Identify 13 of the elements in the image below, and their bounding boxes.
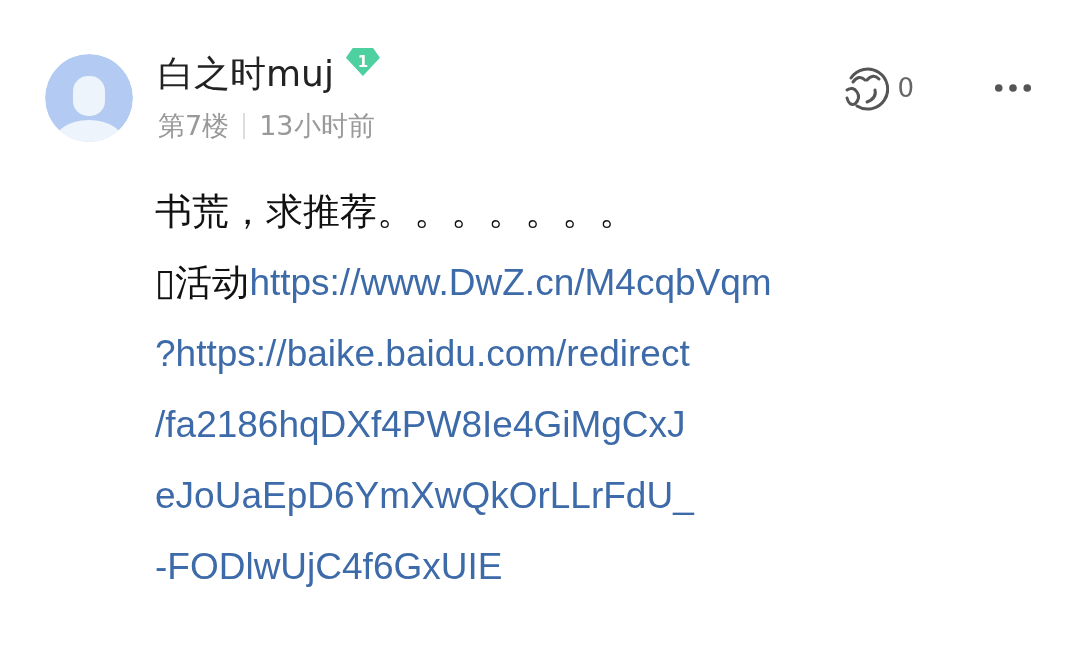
floor-number: 第7楼	[158, 109, 230, 143]
link[interactable]: /fa2186hqDXf4PW8Ie4GiMgCxJ	[155, 404, 686, 445]
username[interactable]: 白之时muj	[158, 54, 334, 94]
link[interactable]: -FODlwUjC4f6GxUIE	[155, 546, 503, 587]
more-icon[interactable]	[994, 83, 1032, 93]
comment-text: 书荒，求推荐。。。。。。。	[155, 190, 637, 234]
link[interactable]: https://www.DwZ.cn/M4cqbVqm	[249, 262, 772, 303]
link[interactable]: ?https://baike.baidu.com/redirect	[155, 333, 690, 374]
link[interactable]: eJoUaEpD6YmXwQkOrLLrFdU_	[155, 475, 694, 516]
post-time: 13小时前	[259, 109, 375, 143]
level-badge: 1	[345, 48, 380, 76]
activity-label: ▯活动	[155, 262, 250, 303]
reaction-count: 0	[897, 73, 914, 103]
